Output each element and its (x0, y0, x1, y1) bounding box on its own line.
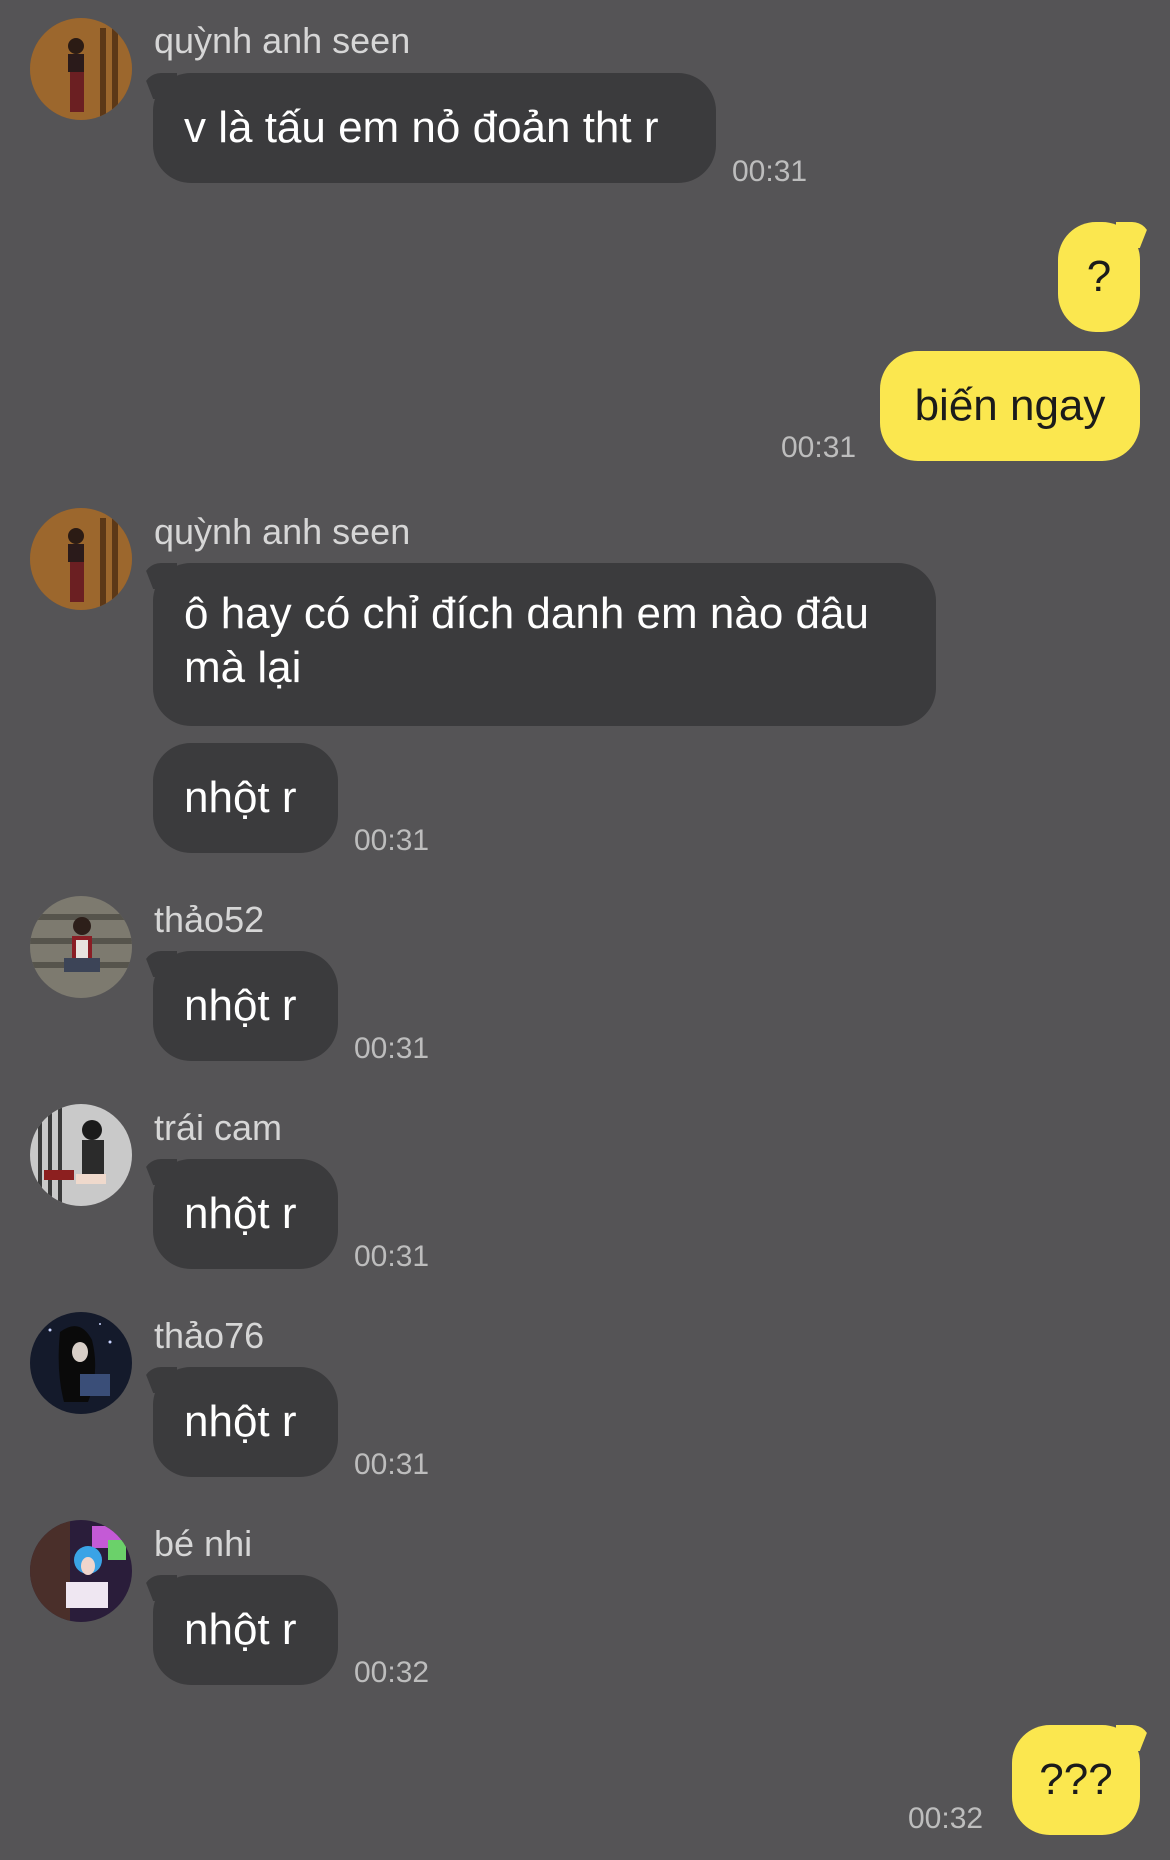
message-time: 00:31 (354, 1448, 430, 1481)
message-text: v là tấu em nỏ đoản tht r (184, 103, 659, 152)
avatar-photo-icon (30, 896, 132, 998)
message-bubble[interactable]: nhột r (153, 743, 338, 853)
sender-name: trái cam (154, 1107, 283, 1148)
message-text: biến ngay (914, 381, 1106, 430)
avatar-thao52[interactable] (30, 896, 132, 998)
message-text: ô hay có chỉ đích danh em nào đâu mà lại (184, 587, 869, 695)
message-bubble[interactable]: nhột r (153, 1575, 338, 1685)
avatar-thao76[interactable] (30, 1312, 132, 1414)
message-text: nhột r (184, 1189, 297, 1238)
sender-name: quỳnh anh seen (154, 511, 411, 552)
message-text: nhột r (184, 1605, 297, 1654)
avatar-photo-icon (30, 18, 132, 120)
message-text: nhột r (184, 981, 297, 1030)
avatar-quynh-anh-seen[interactable] (30, 508, 132, 610)
message-time: 00:31 (354, 1032, 430, 1065)
message-text: nhột r (184, 773, 297, 822)
sender-name: bé nhi (154, 1523, 253, 1564)
avatar-photo-icon (30, 1312, 132, 1414)
avatar-be-nhi[interactable] (30, 1520, 132, 1622)
message-time: 00:31 (354, 824, 430, 857)
sender-name: thảo76 (154, 1315, 265, 1356)
message-time: 00:31 (781, 431, 857, 464)
message-bubble[interactable]: ô hay có chỉ đích danh em nào đâu mà lại (153, 563, 936, 726)
message-time: 00:32 (354, 1656, 430, 1689)
my-message-bubble[interactable]: ??? (1012, 1725, 1140, 1835)
message-bubble[interactable]: v là tấu em nỏ đoản tht r (153, 73, 716, 183)
message-text: ??? (1039, 1755, 1113, 1804)
avatar-photo-icon (30, 1520, 132, 1622)
message-line: mà lại (184, 643, 302, 692)
avatar-photo-icon (30, 1104, 132, 1206)
my-message-bubble[interactable]: biến ngay (880, 351, 1140, 461)
message-text: nhột r (184, 1397, 297, 1446)
avatar-photo-icon (30, 508, 132, 610)
message-bubble[interactable]: nhột r (153, 1367, 338, 1477)
message-time: 00:31 (354, 1240, 430, 1273)
message-time: 00:32 (908, 1802, 984, 1835)
message-bubble[interactable]: nhột r (153, 951, 338, 1061)
message-bubble[interactable]: nhột r (153, 1159, 338, 1269)
avatar-quynh-anh-seen[interactable] (30, 18, 132, 120)
my-message-bubble[interactable]: ? (1058, 222, 1140, 332)
sender-name: thảo52 (154, 899, 265, 940)
message-line: ô hay có chỉ đích danh em nào đâu (184, 589, 869, 638)
message-time: 00:31 (732, 155, 808, 188)
sender-name: quỳnh anh seen (154, 20, 411, 61)
message-text: ? (1086, 252, 1112, 301)
avatar-trai-cam[interactable] (30, 1104, 132, 1206)
